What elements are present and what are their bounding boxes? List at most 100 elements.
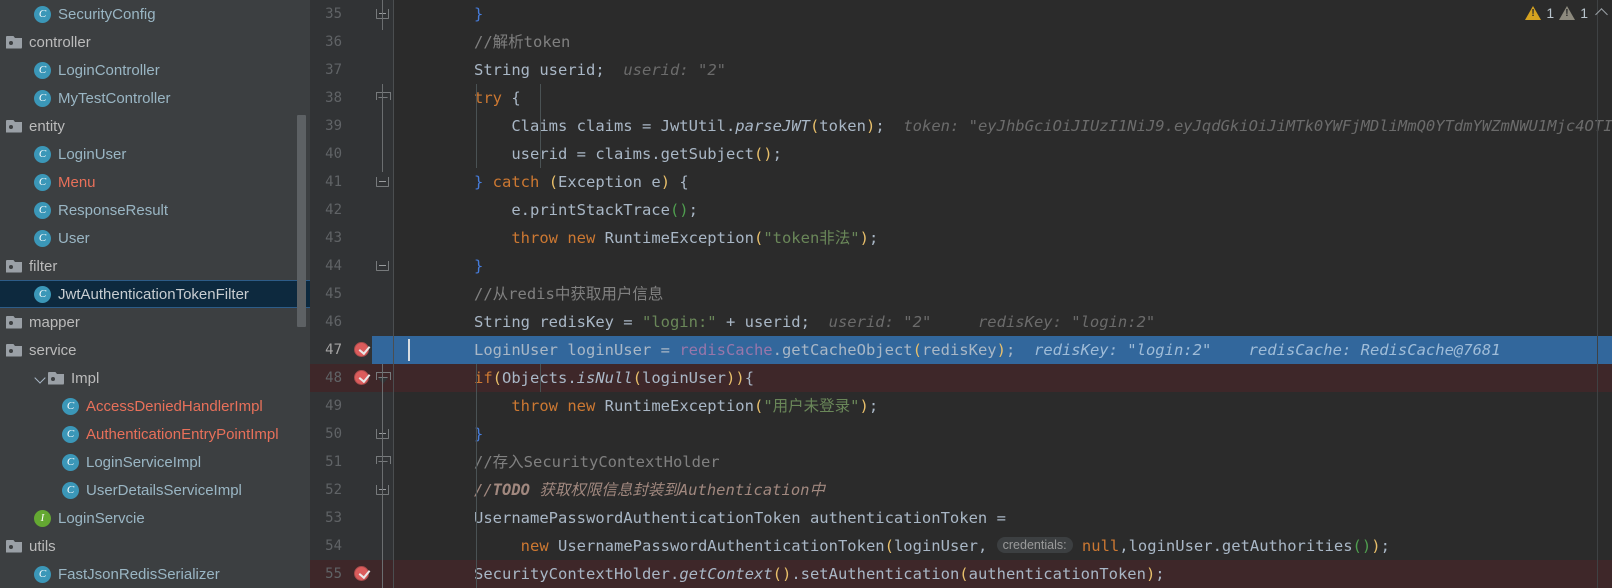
code-line[interactable]: if(Objects.isNull(loginUser)){ <box>474 364 754 392</box>
code-token: "login:" <box>641 313 717 331</box>
tree-item-label: Menu <box>58 173 96 191</box>
class-icon: C <box>34 89 51 107</box>
code-token: () <box>669 201 689 219</box>
tree-item-label: SecurityConfig <box>58 5 156 23</box>
code-line[interactable]: UsernamePasswordAuthenticationToken auth… <box>474 504 1006 532</box>
tree-item-entity[interactable]: entity <box>0 112 310 140</box>
code-line[interactable]: throw new RuntimeException("用户未登录"); <box>474 392 878 420</box>
tree-item-label: LoginServcie <box>58 509 145 527</box>
folder-icon <box>6 120 22 133</box>
breakpoint-icon[interactable] <box>354 370 369 385</box>
code-token: throw new <box>511 397 596 415</box>
line-number: 46 <box>325 314 342 330</box>
tree-item-logincontroller[interactable]: C LoginController <box>0 56 310 84</box>
code-line[interactable]: //从redis中获取用户信息 <box>474 280 663 308</box>
code-token: new <box>520 537 549 555</box>
tree-item-mapper[interactable]: mapper <box>0 308 310 336</box>
tree-item-loginservcie[interactable]: I LoginServcie <box>0 504 310 532</box>
fold-collapse-icon[interactable] <box>376 372 391 386</box>
fold-end-icon[interactable] <box>376 261 389 271</box>
folder-icon <box>6 260 22 273</box>
code-line[interactable]: //解析token <box>474 28 570 56</box>
line-number: 37 <box>325 62 342 78</box>
tree-item-filter[interactable]: filter <box>0 252 310 280</box>
project-tree-scrollbar[interactable] <box>297 115 306 327</box>
tree-item-securityconfig[interactable]: C SecurityConfig <box>0 0 310 28</box>
project-tree-panel[interactable]: C SecurityConfig controller C LoginControlle… <box>0 0 310 588</box>
fold-connector-line <box>382 0 383 30</box>
code-token: () <box>1352 537 1372 555</box>
tree-item-user[interactable]: C User <box>0 224 310 252</box>
breakpoint-icon[interactable] <box>354 566 369 581</box>
tree-item-mytestcontroller[interactable]: C MyTestController <box>0 84 310 112</box>
tree-item-label: mapper <box>29 313 80 331</box>
breakpoint-icon[interactable] <box>354 342 369 357</box>
code-token: userid = claims.getSubject <box>474 145 754 163</box>
code-line[interactable]: String userid; userid: "2" <box>474 56 726 84</box>
code-token: ( <box>632 369 643 387</box>
code-editor[interactable]: 35 36 37 38 39 40 41 42 43 44 45 46 47 48 49 50 51 52 53 54… <box>310 0 1612 588</box>
code-token: } <box>474 257 484 275</box>
code-line[interactable]: SecurityContextHolder.getContext().setAu… <box>474 560 1165 588</box>
tree-item-label: MyTestController <box>58 89 171 107</box>
tree-item-label: LoginServiceImpl <box>86 453 202 471</box>
code-token: ( <box>912 341 922 359</box>
code-token: getContext <box>679 565 773 583</box>
editor-code-area[interactable]: }//解析token String userid; userid: "2" try … <box>394 0 1612 588</box>
code-line[interactable]: } catch (Exception e) { <box>474 168 689 196</box>
tree-item-label: service <box>29 341 77 359</box>
fold-collapse-icon[interactable] <box>376 92 391 106</box>
weak-warning-triangle-icon[interactable] <box>1559 6 1576 20</box>
code-line[interactable]: e.printStackTrace(); <box>474 196 698 224</box>
tree-item-accessdeniedhandlerimpl[interactable]: C AccessDeniedHandlerImpl <box>0 392 310 420</box>
tree-item-utils[interactable]: utils <box>0 532 310 560</box>
tree-item-userdetailsserviceimpl[interactable]: C UserDetailsServiceImpl <box>0 476 310 504</box>
code-token: UsernamePasswordAuthenticationToken auth… <box>474 509 1006 527</box>
chevron-down-icon[interactable] <box>34 371 48 385</box>
code-line[interactable]: //TODO 获取权限信息封装到Authentication中 <box>474 476 825 504</box>
code-line[interactable]: new UsernamePasswordAuthenticationToken(… <box>474 532 1390 560</box>
class-icon: C <box>62 397 79 415</box>
tree-item-label: filter <box>29 257 58 275</box>
tree-item-responseresult[interactable]: C ResponseResult <box>0 196 310 224</box>
line-number: 40 <box>325 146 342 162</box>
code-token: ) <box>865 117 876 135</box>
code-line[interactable]: } <box>474 0 483 28</box>
tree-item-service[interactable]: service <box>0 336 310 364</box>
code-token: ; <box>688 201 698 219</box>
tree-item-authenticationentrypointimpl[interactable]: C AuthenticationEntryPointImpl <box>0 420 310 448</box>
tree-item-impl[interactable]: Impl <box>0 364 310 392</box>
chevron-up-icon[interactable] <box>1595 8 1608 21</box>
folder-icon <box>6 344 22 357</box>
interface-icon: I <box>34 509 51 527</box>
code-line[interactable]: //存入SecurityContextHolder <box>474 448 720 476</box>
code-line[interactable]: LoginUser loginUser = redisCache.getCach… <box>474 336 1501 364</box>
code-token: e.printStackTrace <box>474 201 670 219</box>
code-line[interactable]: userid = claims.getSubject(); <box>474 140 782 168</box>
tree-item-label: Impl <box>71 369 100 387</box>
code-line[interactable]: try { <box>474 84 521 112</box>
warning-triangle-icon[interactable] <box>1525 6 1542 20</box>
code-token: () <box>772 565 792 583</box>
fold-end-icon[interactable] <box>376 177 389 187</box>
code-line[interactable]: } <box>474 252 483 280</box>
tree-item-menu[interactable]: C Menu <box>0 168 310 196</box>
editor-gutter[interactable]: 35 36 37 38 39 40 41 42 43 44 45 46 47 48 49 50 51 52 53 54… <box>310 0 394 588</box>
code-token: ,loginUser.getAuthorities <box>1119 537 1353 555</box>
code-line[interactable]: throw new RuntimeException("token非法"); <box>474 224 878 252</box>
text-caret <box>408 339 410 361</box>
tree-item-fastjsonredisserializer[interactable]: C FastJsonRedisSerializer <box>0 560 310 588</box>
tree-item-jwtauthenticationtokenfilter[interactable]: C JwtAuthenticationTokenFilter <box>0 280 310 308</box>
code-line[interactable]: String redisKey = "login:" + userid; use… <box>474 308 1155 336</box>
tree-item-controller[interactable]: controller <box>0 28 310 56</box>
code-token: isNull <box>576 369 633 387</box>
line-number: 48 <box>325 370 342 386</box>
code-line[interactable]: Claims claims = JwtUtil.parseJWT(token);… <box>474 112 1612 140</box>
tree-item-loginuser[interactable]: C LoginUser <box>0 140 310 168</box>
inspection-widget[interactable]: 1 1 <box>1519 0 1612 26</box>
tree-item-loginserviceimpl[interactable]: C LoginServiceImpl <box>0 448 310 476</box>
fold-collapse-icon[interactable] <box>376 456 391 470</box>
code-token: ; <box>1380 537 1390 555</box>
